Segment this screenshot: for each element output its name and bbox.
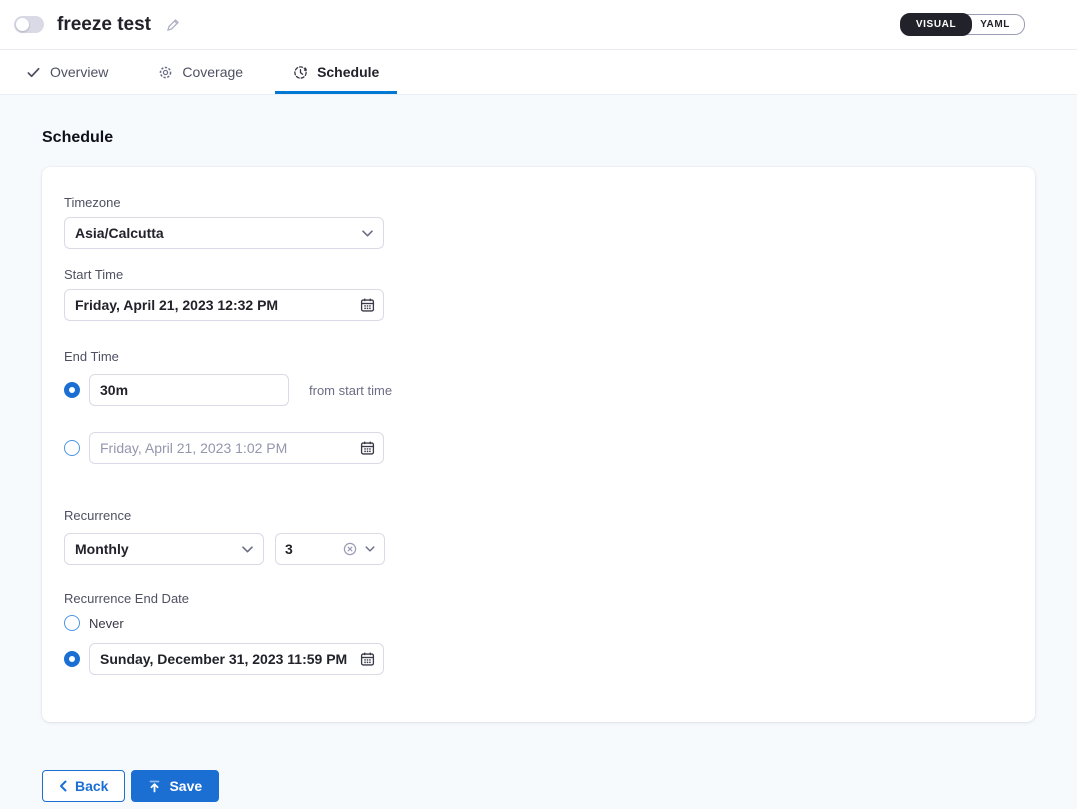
timezone-select[interactable]: Asia/Calcutta	[64, 217, 384, 249]
page-header: freeze test VISUAL YAML	[0, 0, 1077, 50]
recurrence-type-select[interactable]: Monthly	[64, 533, 264, 565]
recurring-schedule-icon	[293, 65, 308, 80]
recurrence-type-value: Monthly	[75, 541, 129, 557]
freeze-enabled-toggle[interactable]	[14, 16, 44, 33]
recurrence-end-date-input[interactable]	[89, 643, 384, 675]
chevron-down-icon	[242, 546, 253, 553]
tab-label: Overview	[50, 64, 108, 80]
page-title: freeze test	[57, 14, 151, 36]
recurrence-label: Recurrence	[64, 508, 1013, 523]
end-time-duration-radio[interactable]	[64, 382, 80, 398]
tab-label: Schedule	[317, 64, 379, 80]
toggle-knob	[16, 18, 29, 31]
tab-coverage[interactable]: Coverage	[154, 50, 247, 94]
tab-schedule[interactable]: Schedule	[289, 50, 383, 94]
calendar-icon[interactable]	[360, 441, 375, 456]
tab-overview[interactable]: Overview	[22, 50, 112, 94]
recurrence-end-label: Recurrence End Date	[64, 591, 1013, 606]
end-time-exact-radio[interactable]	[64, 440, 80, 456]
tab-label: Coverage	[182, 64, 243, 80]
timezone-value: Asia/Calcutta	[75, 225, 164, 241]
back-button-label: Back	[75, 778, 108, 794]
check-icon	[26, 65, 41, 80]
edit-title-icon[interactable]	[165, 17, 181, 33]
recurrence-interval-value: 3	[285, 541, 343, 557]
save-button-label: Save	[169, 778, 202, 794]
calendar-icon[interactable]	[360, 298, 375, 313]
recurrence-end-never-label: Never	[89, 616, 124, 631]
visual-toggle-button[interactable]: VISUAL	[900, 13, 972, 36]
clear-icon[interactable]	[343, 542, 357, 556]
duration-hint: from start time	[309, 383, 392, 398]
start-time-label: Start Time	[64, 267, 1013, 282]
schedule-page: Schedule Timezone Asia/Calcutta Start Ti…	[0, 95, 1077, 809]
schedule-card: Timezone Asia/Calcutta Start Time End Ti…	[42, 167, 1035, 722]
calendar-icon[interactable]	[360, 652, 375, 667]
upload-arrow-icon	[148, 780, 161, 793]
gear-icon	[158, 65, 173, 80]
tab-bar: Overview Coverage Schedule	[0, 50, 1077, 95]
recurrence-interval-combobox[interactable]: 3	[275, 533, 385, 565]
chevron-down-icon	[365, 546, 375, 552]
end-time-label: End Time	[64, 349, 1013, 364]
end-time-duration-input[interactable]	[89, 374, 289, 406]
recurrence-end-date-radio[interactable]	[64, 651, 80, 667]
save-button[interactable]: Save	[131, 770, 219, 802]
recurrence-end-never-radio[interactable]	[64, 615, 80, 631]
visual-yaml-switcher: VISUAL YAML	[900, 13, 1025, 36]
chevron-left-icon	[59, 780, 67, 792]
section-title: Schedule	[42, 129, 1035, 147]
end-time-exact-input[interactable]	[89, 432, 384, 464]
timezone-label: Timezone	[64, 195, 1013, 210]
footer-actions: Back Save	[42, 770, 1035, 802]
chevron-down-icon	[362, 230, 373, 237]
back-button[interactable]: Back	[42, 770, 125, 802]
start-time-input[interactable]	[64, 289, 384, 321]
